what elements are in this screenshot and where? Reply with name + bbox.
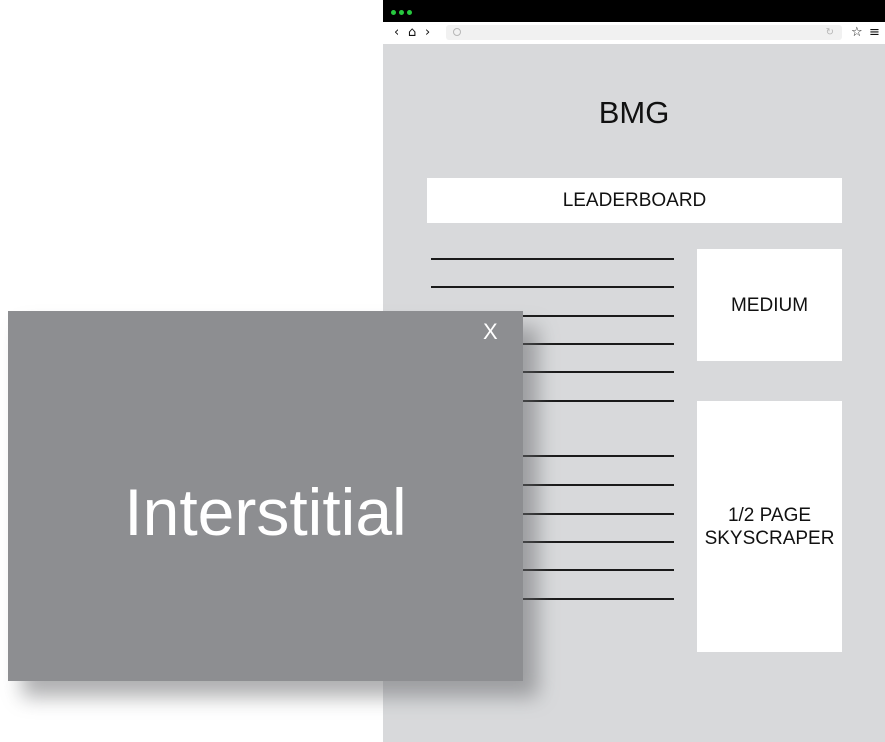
home-icon[interactable]: ⌂ [408,25,416,41]
window-titlebar [383,0,885,22]
star-icon[interactable]: ☆ [851,25,863,41]
interstitial-title: Interstitial [124,475,407,549]
half-page-skyscraper-ad: 1/2 PAGE SKYSCRAPER [697,401,842,652]
close-window-dot[interactable] [391,10,396,15]
text-line [431,286,674,288]
site-brand: BMG [598,95,670,130]
search-icon [453,28,461,36]
back-icon[interactable]: ‹ [394,25,399,41]
leaderboard-ad: LEADERBOARD [427,178,842,223]
close-button[interactable]: X [483,319,498,345]
text-line [431,258,674,260]
menu-icon[interactable]: ≡ [869,25,880,41]
window-controls [391,10,412,15]
forward-icon[interactable]: › [425,25,430,41]
medium-label: MEDIUM [730,294,809,316]
interstitial-overlay[interactable]: X Interstitial [8,311,523,681]
medium-rectangle-ad: MEDIUM [697,249,842,361]
skyscraper-label-line1: 1/2 PAGE [727,504,812,526]
reload-icon[interactable]: ↻ [826,26,834,39]
leaderboard-label: LEADERBOARD [562,190,707,211]
browser-toolbar: ‹ ⌂ › ↻ ☆ ≡ [383,22,885,44]
maximize-window-dot[interactable] [407,10,412,15]
minimize-window-dot[interactable] [399,10,404,15]
skyscraper-label-line2: SKYSCRAPER [704,527,835,549]
address-bar[interactable]: ↻ [446,25,842,40]
